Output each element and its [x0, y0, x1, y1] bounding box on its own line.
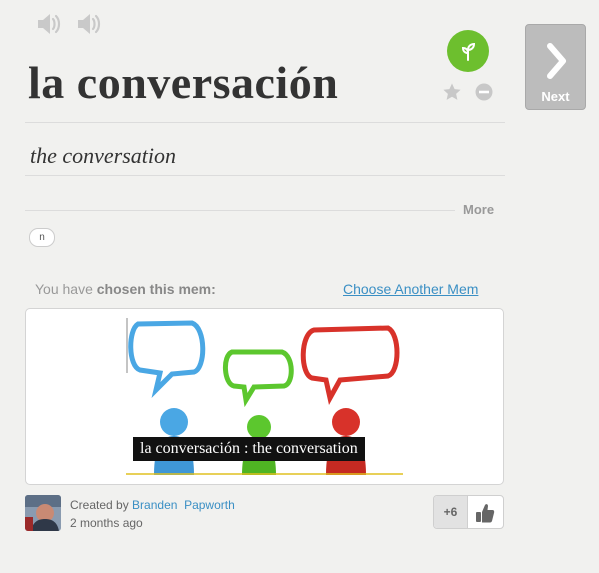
chevron-right-icon — [544, 41, 570, 86]
more-toggle[interactable]: More — [463, 202, 494, 217]
next-label: Next — [541, 89, 570, 104]
part-of-speech-badge: n — [29, 228, 55, 247]
speaker-icon[interactable] — [35, 10, 63, 38]
divider — [25, 122, 505, 123]
author-link[interactable]: Branden Papworth — [132, 498, 235, 512]
star-icon[interactable] — [442, 82, 462, 107]
upvote-button[interactable]: +6 — [433, 495, 504, 529]
created-by: Created by Branden Papworth — [70, 498, 235, 512]
minus-circle-icon[interactable] — [474, 82, 494, 107]
created-ago: 2 months ago — [70, 516, 143, 530]
vote-count: +6 — [434, 496, 468, 528]
translation-text: the conversation — [30, 143, 177, 168]
divider — [25, 175, 505, 176]
chosen-prefix: You have — [35, 281, 93, 297]
thumbs-up-icon — [474, 502, 496, 528]
choose-another-mem-link[interactable]: Choose Another Mem — [343, 281, 478, 297]
created-by-label: Created by — [70, 498, 129, 512]
sprout-icon — [447, 30, 489, 72]
mem-caption: la conversación : the conversation — [133, 437, 365, 461]
avatar[interactable] — [25, 495, 61, 531]
speaker-slow-icon[interactable] — [75, 10, 103, 38]
chosen-mem-label: You have chosen this mem: — [35, 281, 216, 297]
chosen-bold: chosen this mem: — [96, 281, 216, 297]
word-title: la conversación — [28, 57, 339, 108]
more-divider — [25, 210, 455, 211]
audio-controls — [35, 10, 103, 38]
next-button[interactable]: Next — [525, 24, 586, 110]
